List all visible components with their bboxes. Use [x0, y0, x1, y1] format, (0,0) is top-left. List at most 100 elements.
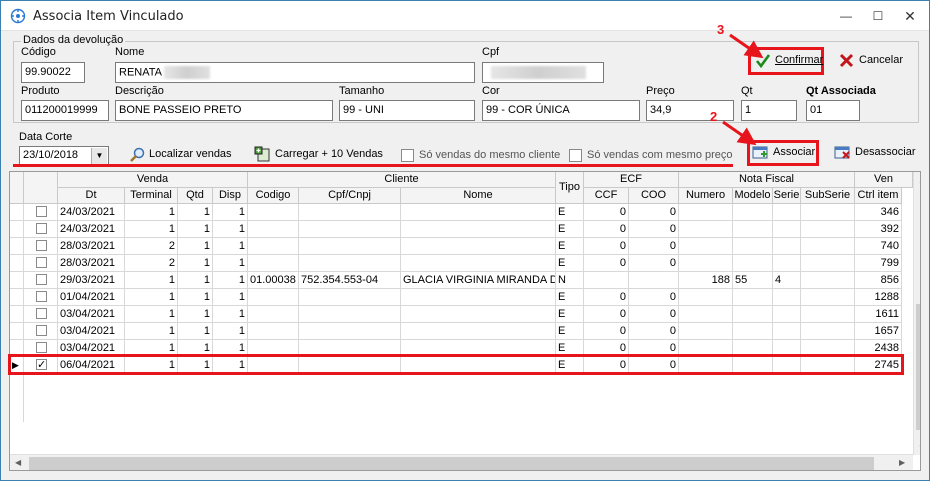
- grid-cell-subserie: [801, 255, 855, 272]
- produto-field[interactable]: 011200019999: [21, 100, 109, 121]
- grid-header-dt[interactable]: Dt: [58, 188, 125, 204]
- nome-field[interactable]: RENATA: [115, 62, 475, 83]
- grid-header-codigo[interactable]: Codigo: [248, 188, 299, 204]
- grid-cell-tipo: N: [556, 272, 584, 289]
- close-button[interactable]: ✕: [895, 1, 925, 31]
- cor-field[interactable]: 99 - COR ÚNICA: [482, 100, 640, 121]
- grid-cell-ccf: 0: [584, 306, 629, 323]
- associar-button[interactable]: Associar: [751, 141, 815, 165]
- vendas-grid[interactable]: ▲ ▼ ◀ ▶ VendaClienteTipoECFNota FiscalVe…: [9, 171, 921, 471]
- mesmo-cliente-checkbox[interactable]: [401, 149, 414, 162]
- grid-header-nome[interactable]: Nome: [401, 188, 556, 204]
- grid-cell-terminal: 1: [125, 323, 178, 340]
- qt-associada-value: 01: [810, 104, 823, 116]
- row-checkbox[interactable]: [36, 308, 47, 319]
- horizontal-scroll-thumb[interactable]: [29, 457, 874, 470]
- preco-label: Preço: [646, 85, 675, 97]
- grid-header-ctrl[interactable]: Ctrl item: [855, 188, 902, 204]
- grid-cell-numero: [679, 323, 733, 340]
- vertical-scroll-thumb[interactable]: [916, 304, 920, 430]
- row-checkbox[interactable]: [36, 274, 47, 285]
- preco-field[interactable]: 34,9: [646, 100, 734, 121]
- qt-associada-field[interactable]: 01: [806, 100, 860, 121]
- arrow-to-associar: [722, 120, 757, 146]
- grid-cell-nome: [401, 255, 556, 272]
- grid-cell-ccf: 0: [584, 238, 629, 255]
- group-title: Dados da devolução: [21, 34, 126, 46]
- row-checkbox[interactable]: [36, 206, 47, 217]
- grid-header-cpf[interactable]: Cpf/Cnpj: [299, 188, 401, 204]
- grid-cell-disp: 1: [213, 204, 248, 221]
- chevron-down-icon[interactable]: ▼: [91, 148, 107, 164]
- scroll-left-icon[interactable]: ◀: [15, 458, 21, 467]
- grid-cell-ctrl: 1611: [855, 306, 902, 323]
- grid-header-modelo[interactable]: Modelo: [733, 188, 773, 204]
- grid-cell-coo: 0: [629, 289, 679, 306]
- grid-cell-ccf: 0: [584, 255, 629, 272]
- grid-cell-subserie: [801, 306, 855, 323]
- grid-header-qtd[interactable]: Qtd: [178, 188, 213, 204]
- row-checkbox[interactable]: [36, 240, 47, 251]
- grid-cell-cpf: 752.354.553-04: [299, 272, 401, 289]
- grid-cell-qtd: 1: [178, 323, 213, 340]
- descricao-field[interactable]: BONE PASSEIO PRETO: [115, 100, 333, 121]
- grid-header-subserie[interactable]: SubSerie: [801, 188, 855, 204]
- grid-header-coo[interactable]: COO: [629, 188, 679, 204]
- grid-cell-disp: 1: [213, 221, 248, 238]
- grid-cell-subserie: [801, 289, 855, 306]
- grid-cell-numero: [679, 221, 733, 238]
- mesmo-cliente-label: Só vendas do mesmo cliente: [419, 149, 561, 161]
- grid-header-serie[interactable]: Serie: [773, 188, 801, 204]
- row-indicator: [10, 289, 24, 306]
- desassociar-button[interactable]: Desassociar: [833, 141, 916, 165]
- highlight-underline: [13, 164, 733, 167]
- scroll-up-icon[interactable]: ▲: [918, 176, 920, 185]
- qt-field[interactable]: 1: [741, 100, 797, 121]
- minimize-button[interactable]: —: [831, 1, 861, 31]
- grid-cell-modelo: [733, 255, 773, 272]
- grid-cell-cpf: [299, 289, 401, 306]
- vertical-scrollbar[interactable]: ▲ ▼: [913, 172, 920, 455]
- grid-cell-serie: [773, 238, 801, 255]
- grid-cell-serie: [773, 323, 801, 340]
- grid-header-disp[interactable]: Disp: [213, 188, 248, 204]
- tamanho-field[interactable]: 99 - UNI: [339, 100, 475, 121]
- cancelar-button[interactable]: Cancelar: [837, 49, 903, 73]
- row-checkbox[interactable]: [36, 325, 47, 336]
- grid-cell-codigo: [248, 238, 299, 255]
- grid-cell-coo: 0: [629, 255, 679, 272]
- confirmar-button[interactable]: Confirmar: [753, 49, 823, 73]
- qt-associada-label: Qt Associada: [806, 85, 876, 97]
- grid-cell-subserie: [801, 323, 855, 340]
- row-checkbox[interactable]: [36, 223, 47, 234]
- row-checkbox[interactable]: [36, 257, 47, 268]
- grid-header-ccf[interactable]: CCF: [584, 188, 629, 204]
- grid-header-terminal[interactable]: Terminal: [125, 188, 178, 204]
- cancel-x-icon: [839, 53, 854, 68]
- cor-value: 99 - COR ÚNICA: [486, 104, 570, 116]
- grid-cell-nome: [401, 306, 556, 323]
- data-corte-picker[interactable]: 23/10/2018 ▼: [19, 146, 109, 166]
- grid-cell-qtd: 1: [178, 289, 213, 306]
- grid-cell-modelo: [733, 221, 773, 238]
- scroll-right-icon[interactable]: ▶: [899, 458, 905, 467]
- cpf-field[interactable]: [482, 62, 604, 83]
- row-checkbox[interactable]: [36, 291, 47, 302]
- grid-cell-numero: [679, 204, 733, 221]
- horizontal-scrollbar[interactable]: ◀ ▶: [10, 454, 913, 470]
- annotation-number-3: 3: [717, 22, 725, 37]
- grid-cell-coo: 0: [629, 306, 679, 323]
- scroll-down-icon[interactable]: ▼: [918, 443, 920, 452]
- grid-cell-ccf: [584, 272, 629, 289]
- cpf-label: Cpf: [482, 46, 500, 58]
- grid-cell-qtd: 1: [178, 238, 213, 255]
- grid-cell-dt: 03/04/2021: [58, 306, 125, 323]
- row-checkbox[interactable]: [36, 342, 47, 353]
- maximize-button[interactable]: ☐: [863, 1, 893, 31]
- row-select-cell: [24, 238, 58, 255]
- codigo-field[interactable]: 99.90022: [21, 62, 85, 83]
- grid-cell-serie: [773, 204, 801, 221]
- grid-cell-serie: [773, 289, 801, 306]
- grid-header-numero[interactable]: Numero: [679, 188, 733, 204]
- mesmo-preco-checkbox[interactable]: [569, 149, 582, 162]
